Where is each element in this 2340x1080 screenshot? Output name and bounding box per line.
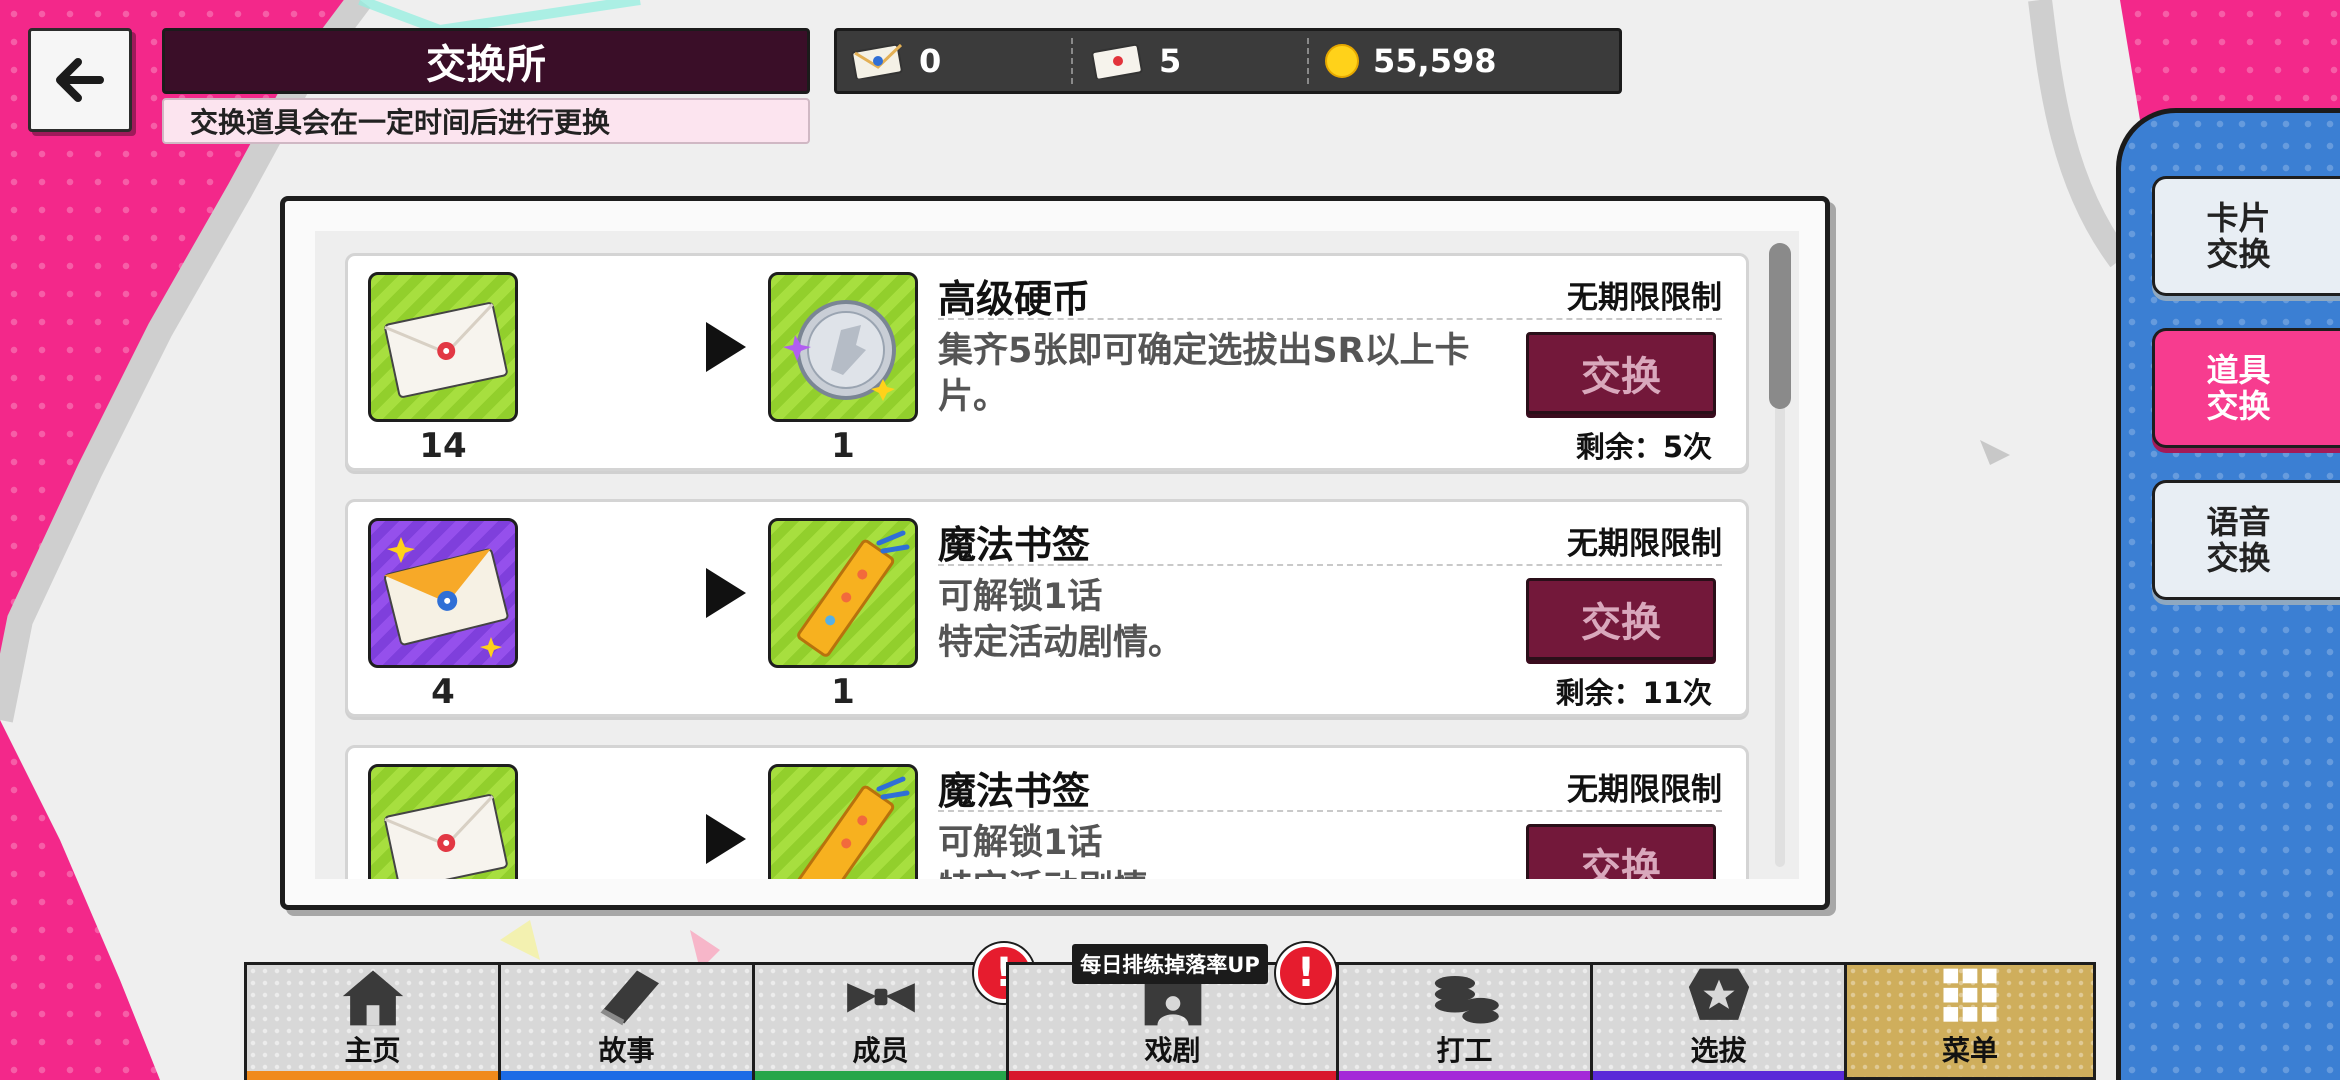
nav-label: 打工 <box>1436 1034 1493 1067</box>
nav-story[interactable]: 故事 <box>498 962 752 1080</box>
premium-coin-icon <box>768 272 918 422</box>
coin-icon <box>1325 44 1359 78</box>
tab-label-line1: 卡片 <box>2206 199 2271 237</box>
exchange-row: 魔法书签 无期限限制 可解锁1话 特定活动剧情。 交换 <box>345 745 1749 879</box>
nav-part-time[interactable]: 打工 <box>1336 962 1590 1080</box>
exchange-panel: 14 1 高级硬币 无期限限制 集齐5张即可确定选拔出SR以上卡片。 交换 剩余… <box>280 196 1830 910</box>
play-arrow-icon <box>706 568 746 618</box>
page-title: 交换所 <box>162 28 810 94</box>
row-divider <box>938 564 1722 566</box>
star-badge-icon <box>1688 968 1749 1020</box>
white-envelope-icon <box>368 272 518 422</box>
tab-item-exchange[interactable]: 道具 交换 <box>2152 328 2340 448</box>
magic-bookmark-icon <box>768 764 918 879</box>
currency-coins: 55,598 <box>1309 31 1619 91</box>
target-count: 1 <box>831 426 855 466</box>
item-name: 魔法书签 <box>938 523 1091 567</box>
scrollbar-thumb[interactable] <box>1769 243 1791 409</box>
limit-label: 无期限限制 <box>1567 280 1722 316</box>
item-name: 高级硬币 <box>938 277 1091 321</box>
item-description: 集齐5张即可确定选拔出SR以上卡片。 <box>938 331 1470 417</box>
tab-card-exchange[interactable]: 卡片 交换 <box>2152 176 2340 296</box>
currency-bar: 0 5 55,598 <box>834 28 1622 94</box>
source-count: 14 <box>419 426 467 466</box>
currency-ticket-b-value: 5 <box>1159 42 1182 80</box>
coin-stack-icon <box>1434 975 1499 1024</box>
nav-color-stripe <box>247 1071 498 1080</box>
back-button[interactable] <box>28 28 132 132</box>
item-description: 可解锁1话 特定活动剧情。 <box>938 823 1183 879</box>
alert-badge: ! <box>1276 943 1336 1003</box>
envelope-ticket-red-icon <box>1091 43 1143 79</box>
orange-envelope-icon <box>368 518 518 668</box>
book-icon <box>599 970 659 1026</box>
background-pink-left-lower <box>0 720 160 1080</box>
white-envelope-icon <box>368 764 518 879</box>
nav-members[interactable]: 成员 ! <box>752 943 1034 1080</box>
currency-ticket-a-value: 0 <box>919 42 942 80</box>
envelope-ticket-icon <box>851 43 903 79</box>
tab-voice-exchange[interactable]: 语音 交换 <box>2152 480 2340 600</box>
remaining-count: 剩余：11次 <box>1555 676 1712 710</box>
nav-menu[interactable]: 菜单 <box>1844 962 2096 1080</box>
nav-home[interactable]: 主页 <box>244 962 498 1080</box>
nav-color-stripe <box>1339 1071 1590 1080</box>
item-name: 魔法书签 <box>938 769 1091 813</box>
grid-icon <box>1943 968 1997 1022</box>
nav-label: 主页 <box>344 1034 401 1067</box>
exchange-button[interactable]: 交换 <box>1526 332 1716 414</box>
currency-ticket-b: 5 <box>1073 38 1309 84</box>
currency-ticket-a: 0 <box>837 38 1073 84</box>
nav-color-stripe <box>1009 1071 1336 1080</box>
nav-label: 菜单 <box>1941 1034 1998 1067</box>
tab-label-line2: 交换 <box>2206 387 2271 425</box>
tab-label-line1: 语音 <box>2206 503 2271 541</box>
nav-color-stripe <box>1593 1071 1844 1080</box>
nav-selection[interactable]: 选拔 <box>1590 962 1844 1080</box>
nav-label: 戏剧 <box>1144 1034 1201 1067</box>
nav-color-stripe <box>501 1071 752 1080</box>
play-arrow-icon <box>706 814 746 864</box>
nav-label: 选拔 <box>1690 1034 1747 1067</box>
source-count: 4 <box>431 672 455 712</box>
home-icon <box>342 970 403 1026</box>
target-count: 1 <box>831 672 855 712</box>
limit-label: 无期限限制 <box>1567 772 1722 808</box>
currency-coins-value: 55,598 <box>1373 42 1497 80</box>
play-arrow-icon <box>706 322 746 372</box>
exchange-list[interactable]: 14 1 高级硬币 无期限限制 集齐5张即可确定选拔出SR以上卡片。 交换 剩余… <box>315 231 1799 879</box>
limit-label: 无期限限制 <box>1567 526 1722 562</box>
nav-label: 成员 <box>852 1034 909 1067</box>
remaining-count: 剩余：5次 <box>1575 430 1712 464</box>
row-divider <box>938 810 1722 812</box>
exchange-row: 14 1 高级硬币 无期限限制 集齐5张即可确定选拔出SR以上卡片。 交换 剩余… <box>345 253 1749 471</box>
tab-label-line2: 交换 <box>2206 539 2271 577</box>
tab-label-line2: 交换 <box>2206 235 2271 273</box>
magic-bookmark-icon <box>768 518 918 668</box>
drop-rate-banner: 每日排练掉落率UP <box>1072 944 1268 984</box>
item-description: 可解锁1话 特定活动剧情。 <box>938 577 1184 663</box>
bowtie-icon <box>846 983 915 1013</box>
page-subtitle: 交换道具会在一定时间后进行更换 <box>162 98 810 144</box>
nav-label: 故事 <box>598 1034 655 1067</box>
row-divider <box>938 318 1722 320</box>
exchange-button[interactable]: 交换 <box>1526 824 1716 879</box>
arrow-left-icon <box>56 58 104 102</box>
nav-color-stripe <box>755 1071 1006 1080</box>
exchange-row: 4 1 魔法书签 无期限限制 可解锁1话 特定活动剧情。 交换 剩余：11次 <box>345 499 1749 717</box>
tab-label-line1: 道具 <box>2206 351 2271 389</box>
exchange-button[interactable]: 交换 <box>1526 578 1716 660</box>
